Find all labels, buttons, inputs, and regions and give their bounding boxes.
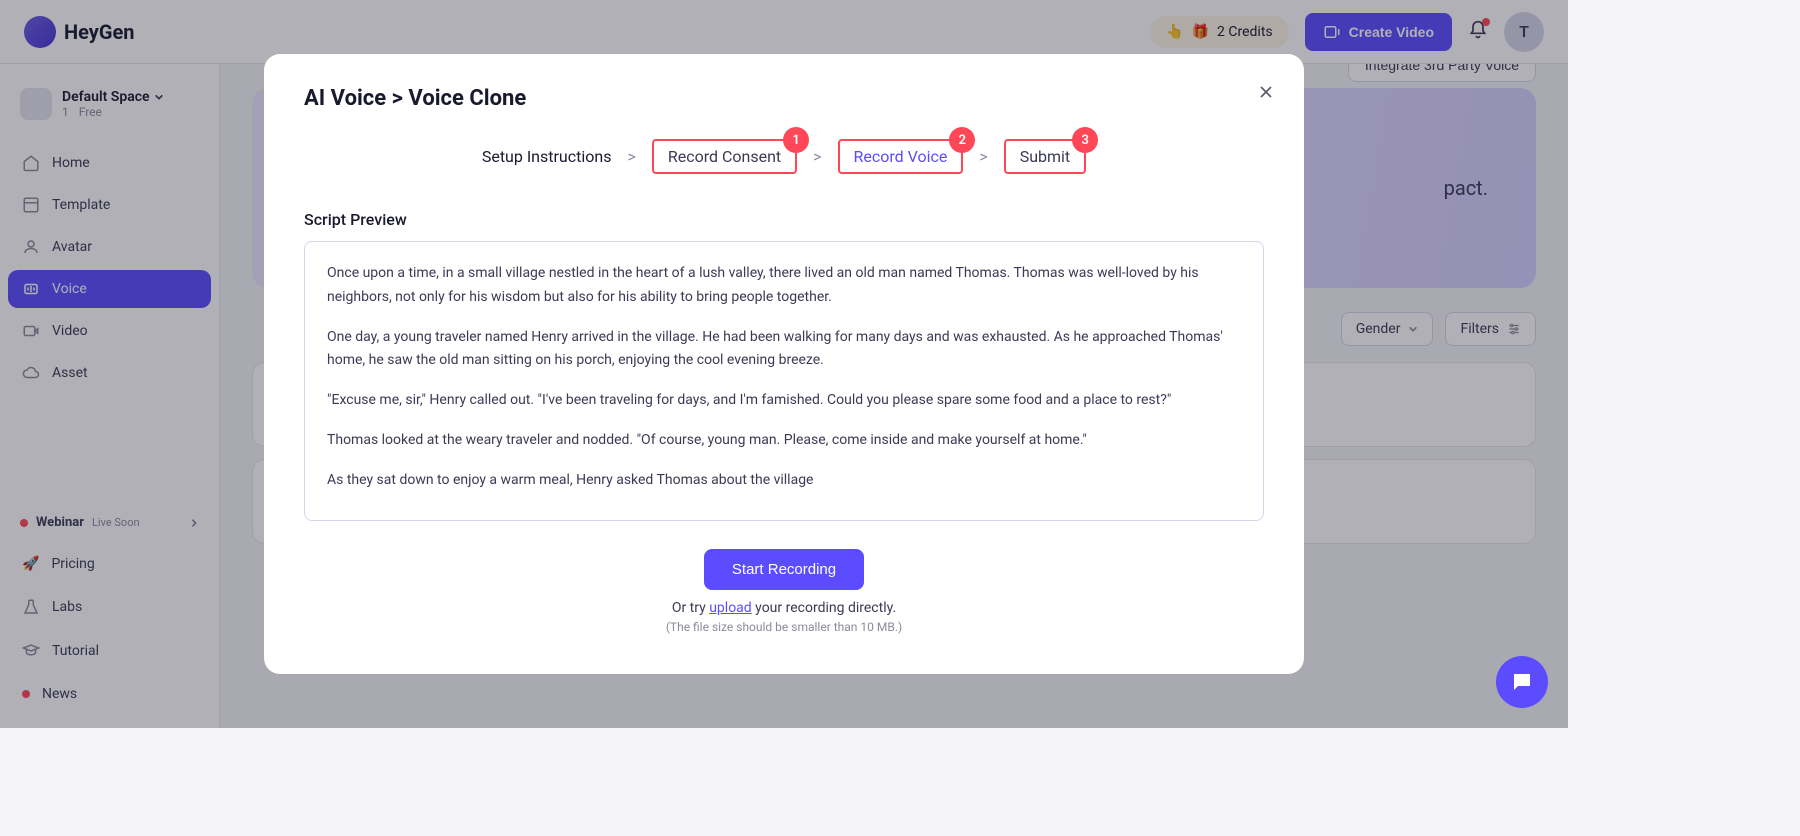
step-submit[interactable]: Submit 3	[1004, 139, 1086, 174]
step-record-consent[interactable]: Record Consent 1	[652, 139, 797, 174]
script-preview-heading: Script Preview	[304, 210, 1264, 229]
script-preview-box[interactable]: Once upon a time, in a small village nes…	[304, 241, 1264, 521]
script-paragraph: As they sat down to enjoy a warm meal, H…	[327, 469, 1241, 493]
step-number-badge: 1	[783, 127, 809, 153]
modal-overlay: AI Voice > Voice Clone Setup Instruction…	[0, 0, 1568, 728]
chat-icon	[1510, 670, 1534, 694]
close-icon[interactable]	[1256, 82, 1276, 102]
step-record-voice[interactable]: Record Voice 2	[838, 139, 964, 174]
upload-hint: (The file size should be smaller than 10…	[304, 620, 1264, 634]
voice-clone-modal: AI Voice > Voice Clone Setup Instruction…	[264, 54, 1304, 674]
script-paragraph: One day, a young traveler named Henry ar…	[327, 326, 1241, 374]
stepper: Setup Instructions > Record Consent 1 > …	[304, 139, 1264, 174]
step-label: Record Voice	[854, 147, 948, 166]
step-separator: >	[813, 147, 821, 166]
upload-pre: Or try	[672, 600, 709, 616]
step-separator: >	[627, 147, 635, 166]
upload-link[interactable]: upload	[709, 600, 751, 616]
chat-fab[interactable]	[1496, 656, 1548, 708]
start-recording-label: Start Recording	[732, 561, 836, 578]
script-paragraph: Thomas looked at the weary traveler and …	[327, 429, 1241, 453]
script-paragraph: Once upon a time, in a small village nes…	[327, 262, 1241, 310]
step-setup: Setup Instructions	[482, 147, 612, 166]
start-recording-button[interactable]: Start Recording	[704, 549, 864, 590]
upload-post: your recording directly.	[752, 600, 896, 616]
script-paragraph: "Excuse me, sir," Henry called out. "I'v…	[327, 389, 1241, 413]
step-number-badge: 3	[1072, 127, 1098, 153]
upload-alt-line: Or try upload your recording directly.	[304, 600, 1264, 616]
step-label: Submit	[1020, 147, 1070, 166]
step-separator: >	[979, 147, 987, 166]
step-label: Record Consent	[668, 147, 781, 166]
modal-title: AI Voice > Voice Clone	[304, 86, 1264, 111]
step-number-badge: 2	[949, 127, 975, 153]
